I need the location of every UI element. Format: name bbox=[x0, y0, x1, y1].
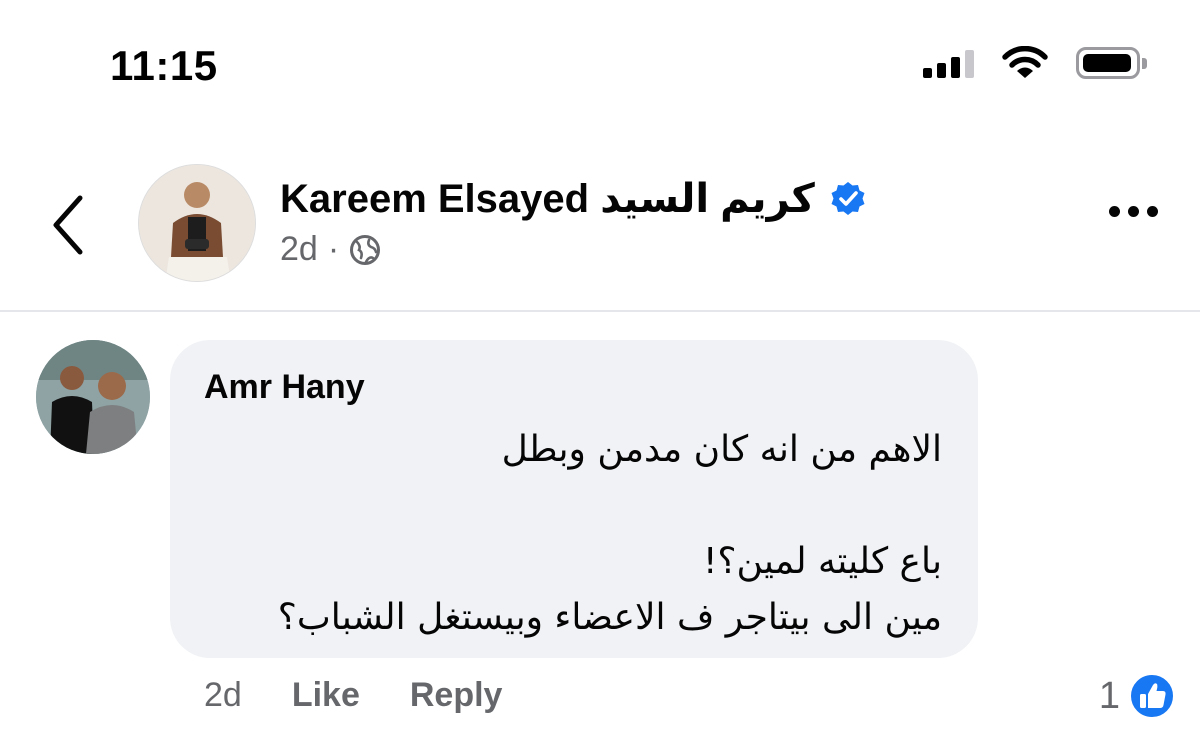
reaction-count: 1 bbox=[1098, 674, 1120, 717]
like-button[interactable]: Like bbox=[292, 676, 360, 715]
person-avatar-image bbox=[139, 165, 255, 281]
commenter-name[interactable]: Amr Hany bbox=[204, 368, 365, 407]
comment-actions: 2d Like Reply bbox=[204, 676, 552, 715]
post-header: Kareem Elsayed كريم السيد 2d · bbox=[0, 150, 1200, 312]
comment-time: 2d bbox=[204, 676, 242, 714]
like-reaction-icon bbox=[1129, 673, 1175, 719]
commenter-avatar[interactable] bbox=[36, 340, 150, 454]
comment-line: مين الى بيتاجر ف الاعضاء وبيستغل الشباب؟ bbox=[277, 597, 942, 638]
comment-blank-line bbox=[202, 478, 942, 534]
author-name[interactable]: Kareem Elsayed كريم السيد bbox=[280, 176, 867, 222]
chevron-left-icon bbox=[53, 195, 83, 255]
meta-separator: · bbox=[327, 230, 340, 268]
battery-icon bbox=[1076, 47, 1147, 79]
author-avatar[interactable] bbox=[138, 164, 256, 282]
dot bbox=[1147, 206, 1158, 217]
comment-bubble: Amr Hany الاهم من انه كان مدمن وبطل باع … bbox=[170, 340, 978, 658]
reply-button[interactable]: Reply bbox=[410, 676, 503, 715]
post-time[interactable]: 2d bbox=[280, 230, 318, 269]
signal-icon bbox=[923, 48, 974, 78]
author-name-text: Kareem Elsayed كريم السيد bbox=[280, 177, 815, 221]
status-icons bbox=[923, 46, 1147, 80]
dot bbox=[1128, 206, 1139, 217]
comment-text: الاهم من انه كان مدمن وبطل باع كليته لمي… bbox=[202, 422, 942, 646]
status-bar: 11:15 bbox=[0, 0, 1200, 130]
reaction-summary[interactable]: 1 bbox=[1099, 672, 1176, 720]
comment-line: باع كليته لمين؟! bbox=[702, 541, 942, 582]
wifi-icon bbox=[1002, 46, 1048, 78]
verified-badge-icon bbox=[831, 182, 865, 215]
globe-icon bbox=[350, 234, 381, 265]
back-button[interactable] bbox=[44, 190, 94, 260]
status-time: 11:15 bbox=[110, 42, 218, 89]
more-options-button[interactable] bbox=[1109, 206, 1158, 217]
commenter-avatar-image bbox=[36, 340, 150, 454]
dot bbox=[1109, 206, 1120, 217]
comment-line: الاهم من انه كان مدمن وبطل bbox=[501, 429, 942, 470]
post-meta: 2d · bbox=[280, 230, 381, 269]
